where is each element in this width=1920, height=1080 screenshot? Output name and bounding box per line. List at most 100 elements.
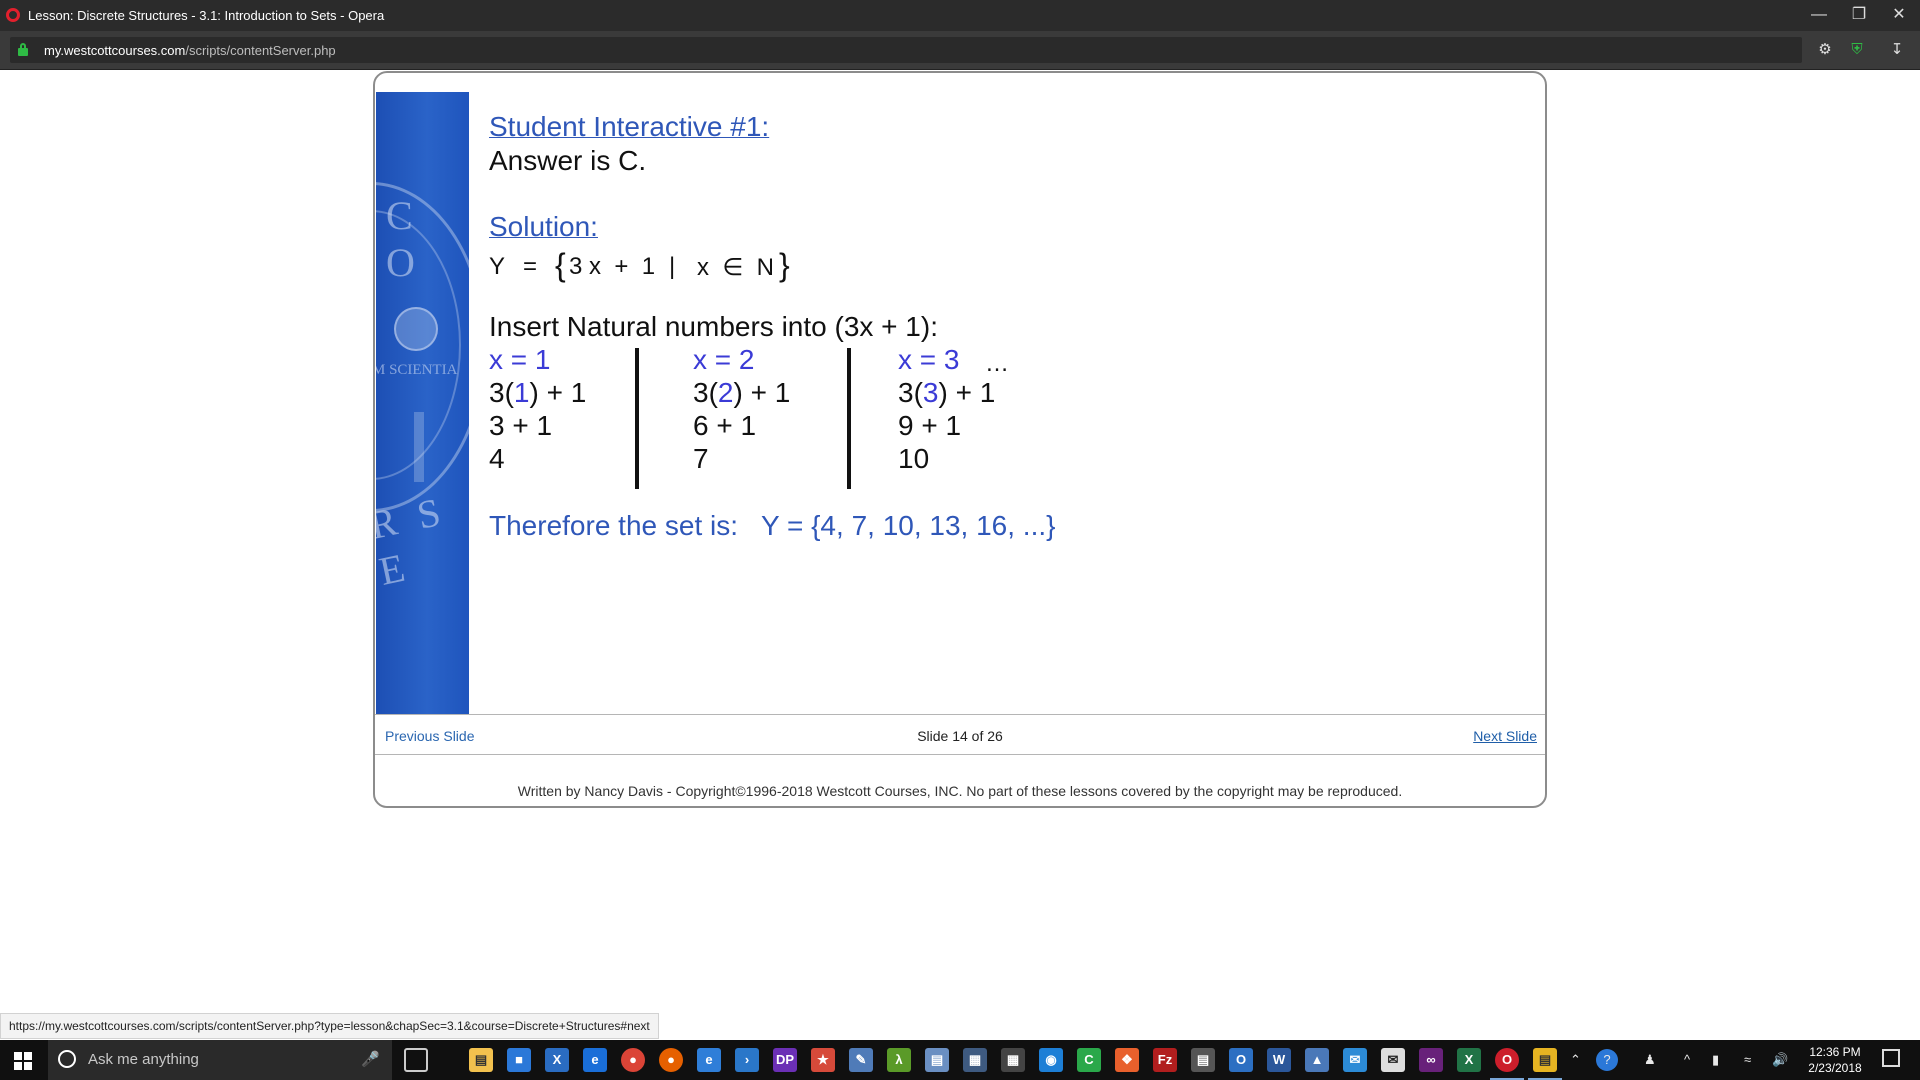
vpn-shield-icon[interactable]: ⛨ <box>1848 41 1866 59</box>
task-view-icon[interactable] <box>404 1048 428 1072</box>
set-condition: x ∈ N <box>697 254 774 281</box>
dp-app-icon[interactable]: DP <box>773 1048 797 1072</box>
outlook-icon[interactable]: O <box>1229 1048 1253 1072</box>
set-expression: 3 x + 1 <box>569 253 656 280</box>
seal-text-bottom: R S E <box>376 487 451 594</box>
set-name: Y <box>489 253 506 280</box>
column-2-result: 7 <box>693 443 709 474</box>
left-brace: { <box>555 247 566 283</box>
torch-icon <box>414 412 424 482</box>
seal-text-middle: M SCIENTIA <box>376 362 458 378</box>
column-2-line-1: 3(2) + 1 <box>693 377 791 408</box>
seal-text-top: C O <box>386 193 423 285</box>
settings-gear-icon[interactable]: ⚙ <box>1816 41 1834 59</box>
xampp-icon[interactable]: ❖ <box>1115 1048 1139 1072</box>
filezilla-icon[interactable]: Fz <box>1153 1048 1177 1072</box>
address-bar: my.westcottcourses.com/scripts/contentSe… <box>0 31 1920 70</box>
microphone-icon[interactable]: 🎤 <box>361 1050 380 1068</box>
instruction-text: Insert Natural numbers into (3x + 1): <box>489 311 938 342</box>
firefox-icon[interactable]: ● <box>659 1048 683 1072</box>
paint-app-icon[interactable]: ✎ <box>849 1048 873 1072</box>
mail-app-icon[interactable]: ✉ <box>1343 1048 1367 1072</box>
download-icon[interactable]: ↧ <box>1888 41 1906 59</box>
cortana-icon <box>58 1050 76 1068</box>
column-divider-1 <box>635 348 639 489</box>
solution-heading: Solution: <box>489 211 598 242</box>
answer-text: Answer is C. <box>489 145 647 176</box>
right-brace: } <box>779 247 790 283</box>
studio-app-icon[interactable]: ▦ <box>963 1048 987 1072</box>
battery-icon[interactable]: ▮ <box>1712 1052 1719 1068</box>
column-divider-2 <box>847 348 851 489</box>
column-3-result: 10 <box>898 443 930 474</box>
student-interactive-heading: Student Interactive #1: <box>489 111 770 142</box>
slide-sidebar-banner: C O M SCIENTIA R S E <box>376 92 469 714</box>
volume-icon[interactable]: 🔊 <box>1772 1052 1788 1068</box>
cortana-search-box[interactable]: Ask me anything 🎤 <box>48 1040 392 1080</box>
network-app-icon[interactable]: ▲ <box>1305 1048 1329 1072</box>
url-field[interactable]: my.westcottcourses.com/scripts/contentSe… <box>10 37 1802 63</box>
start-button[interactable] <box>0 1040 46 1080</box>
edge-browser-icon[interactable]: e <box>583 1048 607 1072</box>
star-app-icon[interactable]: ★ <box>811 1048 835 1072</box>
powershell-icon[interactable]: › <box>735 1048 759 1072</box>
slide-navigation: Previous Slide Slide 14 of 26 Next Slide <box>375 714 1545 755</box>
column-1-line-2: 3 + 1 <box>489 410 553 441</box>
column-3-line-2: 9 + 1 <box>898 410 962 441</box>
remote-app-icon[interactable]: ◉ <box>1039 1048 1063 1072</box>
media-app-icon[interactable]: ▤ <box>1191 1048 1215 1072</box>
such-that-bar: | <box>669 253 676 280</box>
equals-sign: = <box>523 253 538 280</box>
conclusion-label: Therefore the set is: <box>489 510 739 541</box>
column-1-result: 4 <box>489 443 505 474</box>
minimize-button[interactable]: — <box>1804 4 1834 26</box>
column-1-line-1: 3(1) + 1 <box>489 377 587 408</box>
camtasia-icon[interactable]: C <box>1077 1048 1101 1072</box>
windows-taskbar: Ask me anything 🎤 ▤ ■ X e ● ● e › DP ★ ✎… <box>0 1040 1920 1080</box>
file-explorer-icon[interactable]: ▤ <box>469 1048 493 1072</box>
help-icon[interactable]: ? <box>1596 1049 1618 1071</box>
system-clock[interactable]: 12:36 PM 2/23/2018 <box>1800 1044 1870 1076</box>
ie-browser-icon[interactable]: e <box>697 1048 721 1072</box>
copyright-footer: Written by Nancy Davis - Copyright©1996-… <box>517 783 1403 799</box>
action-center-icon[interactable] <box>1882 1049 1900 1067</box>
overflow-chevron-icon[interactable]: ⌃ <box>1570 1052 1581 1068</box>
search-placeholder: Ask me anything <box>88 1051 199 1068</box>
slides-app-icon[interactable]: ▤ <box>1533 1048 1557 1072</box>
wifi-icon[interactable]: ≈ <box>1744 1052 1751 1067</box>
clock-time: 12:36 PM <box>1809 1045 1861 1059</box>
envelope-icon[interactable]: ✉ <box>1381 1048 1405 1072</box>
column-2-line-2: 6 + 1 <box>693 410 757 441</box>
chrome-icon[interactable]: ● <box>621 1048 645 1072</box>
opera-logo-icon <box>6 8 20 22</box>
column-2-header: x = 2 <box>693 344 755 375</box>
column-3-header: x = 3 <box>898 344 960 375</box>
people-icon[interactable]: ♟ <box>1644 1052 1656 1068</box>
conclusion-set: Y = {4, 7, 10, 13, 16, ...} <box>761 510 1056 541</box>
lambda-app-icon[interactable]: λ <box>887 1048 911 1072</box>
window-title-bar: Lesson: Discrete Structures - 3.1: Intro… <box>0 0 1920 31</box>
restore-button[interactable]: ❐ <box>1844 4 1874 26</box>
status-url-bubble: https://my.westcottcourses.com/scripts/c… <box>0 1013 659 1039</box>
excel-icon[interactable]: X <box>1457 1048 1481 1072</box>
slide-counter: Slide 14 of 26 <box>917 728 1003 744</box>
lock-icon <box>18 43 28 56</box>
calculator-icon[interactable]: ▦ <box>1001 1048 1025 1072</box>
globe-icon <box>394 307 438 351</box>
column-1-header: x = 1 <box>489 344 551 375</box>
close-button[interactable]: ✕ <box>1884 4 1914 26</box>
opera-taskbar-icon[interactable]: O <box>1495 1048 1519 1072</box>
url-text[interactable]: my.westcottcourses.com/scripts/contentSe… <box>44 43 336 58</box>
visual-studio-icon[interactable]: ∞ <box>1419 1048 1443 1072</box>
xpath-tool-icon[interactable]: X <box>545 1048 569 1072</box>
ellipsis: … <box>985 350 1009 377</box>
store-icon[interactable]: ■ <box>507 1048 531 1072</box>
window-title: Lesson: Discrete Structures - 3.1: Intro… <box>28 8 385 23</box>
word-icon[interactable]: W <box>1267 1048 1291 1072</box>
column-3-line-1: 3(3) + 1 <box>898 377 996 408</box>
lesson-frame: C O M SCIENTIA R S E Student Interactive… <box>373 71 1547 808</box>
notepad-app-icon[interactable]: ▤ <box>925 1048 949 1072</box>
tray-expand-icon[interactable]: ^ <box>1684 1052 1690 1067</box>
slide-content: Student Interactive #1: Answer is C. Sol… <box>489 73 1529 713</box>
next-slide-link[interactable]: Next Slide <box>1473 728 1537 744</box>
